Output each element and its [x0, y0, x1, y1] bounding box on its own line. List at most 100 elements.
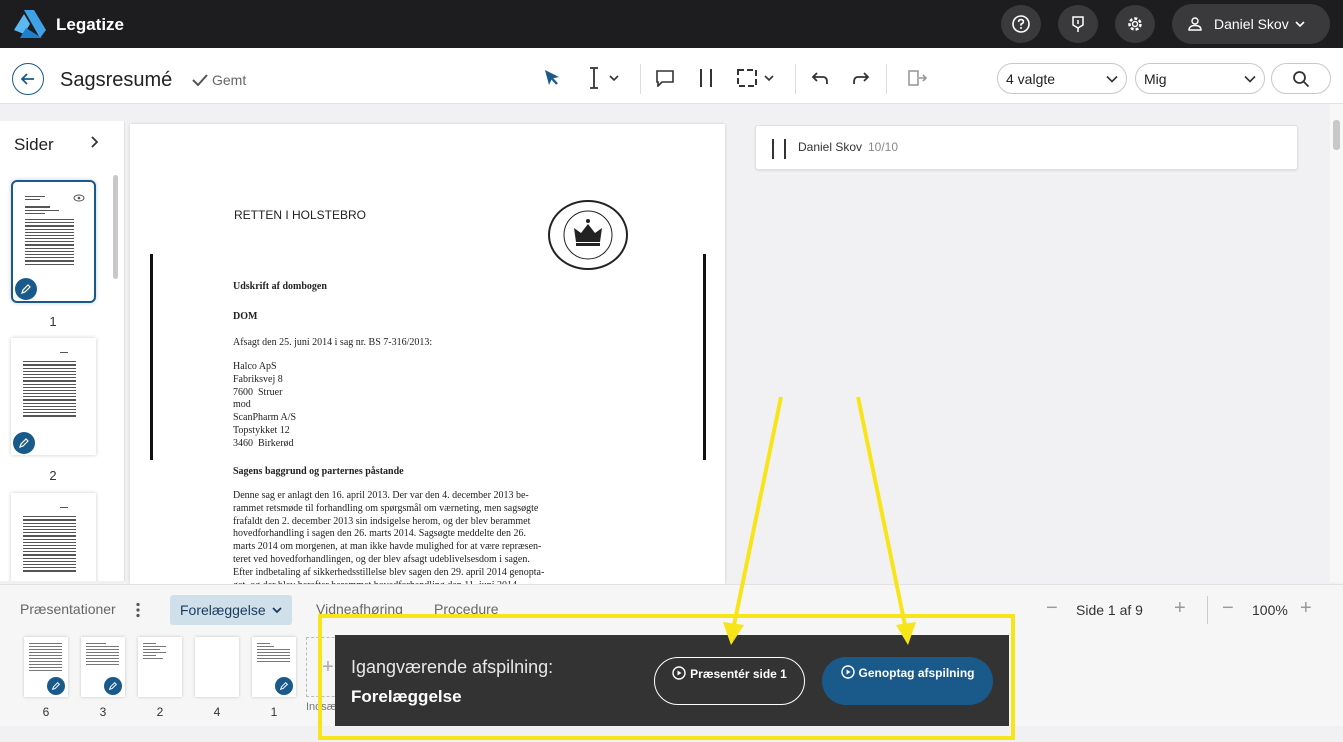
court-name: RETTEN I HOLSTEBRO	[234, 208, 367, 222]
presentation-thumbnail[interactable]	[24, 637, 68, 697]
help-button[interactable]	[1001, 5, 1041, 43]
area-select-tool-button[interactable]	[732, 62, 778, 94]
chevron-down-icon	[1106, 75, 1118, 83]
gear-icon	[1128, 17, 1142, 31]
edit-badge	[15, 278, 37, 300]
user-menu-button[interactable]: Daniel Skov	[1172, 4, 1330, 44]
check-icon	[192, 74, 208, 86]
back-button[interactable]	[12, 63, 44, 95]
notification-button[interactable]	[1058, 5, 1098, 43]
comment-tool-button[interactable]	[653, 62, 677, 94]
main-scrollbar[interactable]	[1330, 104, 1343, 582]
redo-button[interactable]	[849, 62, 873, 94]
pen-icon	[279, 681, 289, 691]
tab-forelaeggelse[interactable]: Forelæggelse	[170, 595, 292, 625]
play-circle-icon	[672, 666, 686, 680]
area-select-icon	[737, 69, 757, 87]
resume-button-label: Genoptag afspilning	[858, 666, 975, 680]
eye-icon	[73, 194, 85, 202]
author-select-value: Mig	[1144, 70, 1167, 87]
export-button[interactable]	[905, 62, 929, 94]
presentation-thumbnail[interactable]	[138, 637, 182, 697]
text-select-tool-button[interactable]	[582, 62, 624, 94]
search-icon	[1293, 70, 1310, 87]
edit-badge	[47, 677, 65, 695]
author-select[interactable]: Mig	[1135, 63, 1265, 94]
page-indicator: Side 1 af 9	[1076, 602, 1143, 618]
user-name: Daniel Skov	[1214, 16, 1289, 32]
presentations-label: Præsentationer	[20, 601, 116, 617]
doc-body: Denne sag er anlagt den 16. april 2013. …	[233, 490, 545, 584]
zoom-level: 100%	[1252, 602, 1288, 618]
top-bar: Legatize Daniel Skov	[0, 0, 1343, 48]
pen-icon	[108, 681, 118, 691]
document-toolbar: Sagsresumé Gemt 4 valgte Mig	[0, 48, 1343, 104]
document-page: RETTEN I HOLSTEBRO Udskrift af dombogen …	[130, 124, 725, 584]
thumbnail-number: 4	[213, 705, 221, 719]
filter-select[interactable]: 4 valgte	[997, 63, 1127, 94]
doc-heading: DOM	[233, 311, 258, 322]
zoom-in-button[interactable]: +	[1300, 597, 1312, 620]
tab-vidneafhoring[interactable]: Vidneafhøring	[316, 601, 403, 617]
saved-label: Gemt	[212, 72, 247, 88]
select-tool-button[interactable]	[540, 62, 564, 94]
zoom-out-button[interactable]: −	[1222, 597, 1234, 620]
help-icon	[1012, 15, 1030, 33]
presentation-thumbnail[interactable]	[252, 637, 296, 697]
doc-heading: Sagens baggrund og parternes påstande	[233, 466, 404, 477]
page-number: 1	[49, 314, 57, 329]
tab-label: Forelæggelse	[180, 602, 266, 618]
crown-icon	[563, 210, 613, 260]
next-page-button[interactable]: +	[1174, 597, 1186, 620]
more-vert-icon[interactable]	[132, 602, 144, 618]
margin-bar	[150, 254, 153, 460]
chevron-down-icon	[271, 607, 282, 614]
annotation-author: Daniel Skov	[798, 140, 863, 154]
page-thumbnail[interactable]	[11, 338, 96, 455]
page-thumbnail[interactable]	[11, 180, 96, 303]
annotation-card[interactable]: Daniel Skov 10/10	[755, 125, 1298, 170]
doc-parties: Halco ApS Fabriksvej 8 7600 Struer mod S…	[233, 361, 297, 449]
resume-playback-button[interactable]: Genoptag afspilning	[822, 657, 993, 705]
presentation-thumbnail[interactable]	[195, 637, 239, 697]
chevron-down-icon	[1244, 75, 1256, 83]
thumbnail-number: 3	[99, 705, 107, 719]
filter-select-value: 4 valgte	[1006, 70, 1056, 87]
pen-icon	[19, 438, 29, 448]
thumbnail-number: 2	[156, 705, 164, 719]
edit-badge	[13, 432, 35, 454]
playback-name: Forelæggelse	[351, 687, 462, 706]
page-thumbnail[interactable]	[11, 493, 96, 581]
presentation-thumbnail[interactable]	[81, 637, 125, 697]
chevron-down-icon	[764, 75, 774, 82]
user-icon	[1188, 17, 1202, 31]
play-circle-icon	[840, 665, 855, 679]
playback-label: Igangværende afspilning:	[351, 657, 554, 677]
thumbnail-number: 1	[270, 705, 278, 719]
tab-procedure[interactable]: Procedure	[434, 601, 499, 617]
thumbnail-number: 6	[42, 705, 50, 719]
cursor-icon	[545, 70, 559, 85]
text-cursor-icon	[590, 67, 598, 89]
undo-button[interactable]	[808, 62, 832, 94]
sidebar-title: Sider	[14, 135, 54, 154]
marker-bars-icon	[700, 69, 712, 87]
legatize-logo-icon	[14, 10, 46, 38]
prev-page-button[interactable]: −	[1046, 597, 1058, 620]
settings-button[interactable]	[1115, 5, 1155, 43]
chevron-right-icon[interactable]	[90, 135, 100, 149]
edit-badge	[104, 677, 122, 695]
sidebar-scrollbar[interactable]	[113, 175, 118, 279]
margin-bar	[703, 254, 706, 460]
pen-icon	[21, 284, 31, 294]
redo-icon	[853, 72, 870, 84]
app-name: Legatize	[56, 15, 125, 34]
search-button[interactable]	[1271, 63, 1331, 94]
highlight-tool-button[interactable]	[694, 62, 718, 94]
playback-popup: Igangværende afspilning: Forelæggelse Pr…	[335, 635, 1009, 726]
court-seal	[548, 200, 628, 270]
edit-badge	[275, 677, 293, 695]
present-page-button[interactable]: Præsentér side 1	[654, 657, 805, 705]
chevron-down-icon	[1295, 21, 1305, 28]
annotation-count: 10/10	[868, 140, 899, 154]
